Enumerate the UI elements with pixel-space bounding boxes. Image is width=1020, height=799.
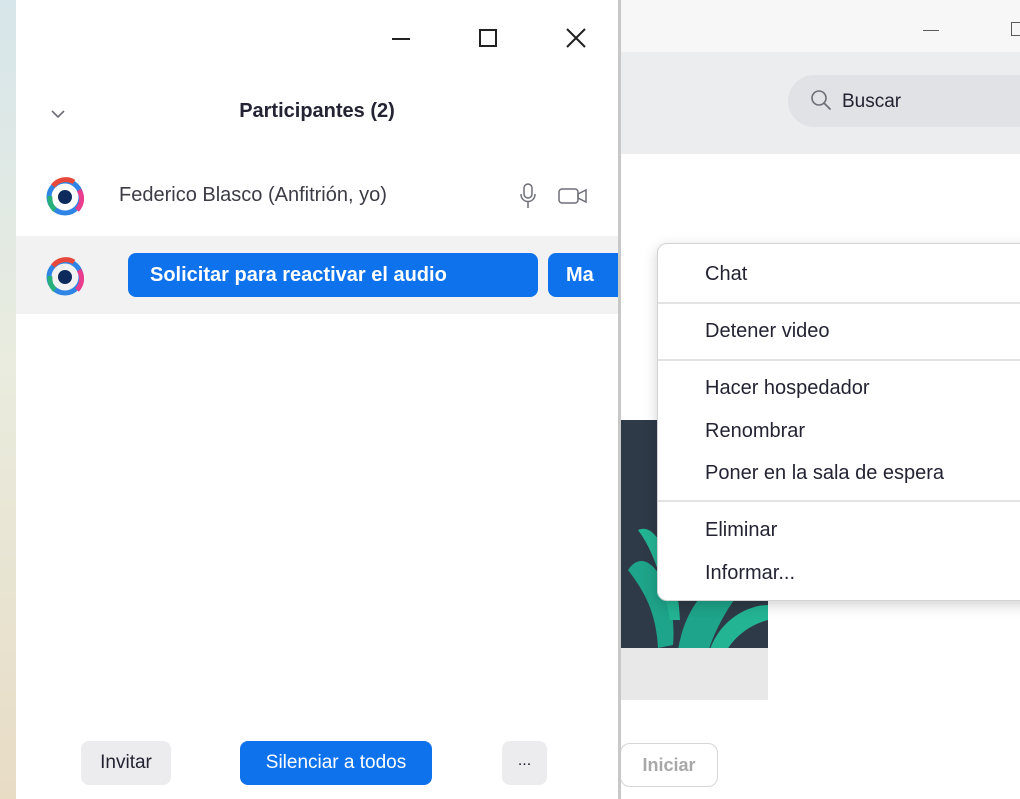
- start-button[interactable]: Iniciar: [620, 743, 718, 787]
- search-icon: [811, 90, 831, 110]
- panel-titlebar: [16, 0, 618, 80]
- main-maximize-button[interactable]: [1011, 22, 1020, 36]
- menu-divider: [658, 302, 1020, 304]
- menu-item-stop-video[interactable]: Detener video: [705, 320, 830, 343]
- menu-item-make-host[interactable]: Hacer hospedador: [705, 377, 870, 400]
- plant-pot: [618, 648, 768, 700]
- main-window-titlebar: [618, 0, 1020, 52]
- participants-panel: Participantes (2) Federico Blasco (Anfit…: [16, 0, 618, 799]
- mute-all-button[interactable]: Silenciar a todos: [240, 741, 432, 785]
- participant-more-button[interactable]: Ma: [548, 253, 618, 297]
- more-options-button[interactable]: ...: [502, 741, 547, 785]
- minimize-button[interactable]: [392, 38, 410, 40]
- participant-row[interactable]: Federico Blasco (Anfitrión, yo): [16, 156, 618, 234]
- video-camera-icon[interactable]: [557, 186, 589, 206]
- panel-title: Participantes (2): [239, 100, 395, 122]
- avatar: [46, 257, 84, 296]
- avatar: [46, 177, 84, 216]
- menu-divider: [658, 359, 1020, 361]
- desktop-background: [0, 0, 16, 799]
- menu-item-remove[interactable]: Eliminar: [705, 519, 777, 542]
- microphone-icon[interactable]: [519, 182, 537, 210]
- close-icon[interactable]: [564, 26, 588, 50]
- search-box[interactable]: Buscar: [788, 75, 1020, 127]
- menu-item-report[interactable]: Informar...: [705, 562, 795, 585]
- context-menu: Chat Detener video Hacer hospedador Reno…: [657, 243, 1020, 601]
- ask-to-unmute-button[interactable]: Solicitar para reactivar el audio: [128, 253, 538, 297]
- maximize-button[interactable]: [479, 29, 497, 47]
- invite-button[interactable]: Invitar: [81, 741, 171, 785]
- main-window-header: Buscar: [618, 52, 1020, 154]
- participant-row[interactable]: Solicitar para reactivar el audio Ma: [16, 236, 618, 314]
- search-input[interactable]: Buscar: [842, 91, 901, 113]
- menu-item-chat[interactable]: Chat: [705, 263, 747, 286]
- menu-item-waiting-room[interactable]: Poner en la sala de espera: [705, 462, 944, 485]
- menu-item-rename[interactable]: Renombrar: [705, 420, 805, 443]
- menu-divider: [658, 500, 1020, 502]
- participant-name: Federico Blasco (Anfitrión, yo): [119, 184, 387, 206]
- main-minimize-button[interactable]: [923, 30, 939, 31]
